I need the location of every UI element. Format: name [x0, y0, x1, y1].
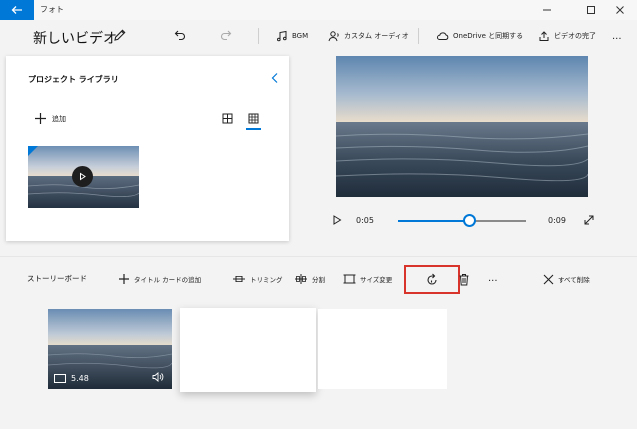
split-icon [295, 274, 307, 284]
selected-view-indicator [246, 128, 261, 130]
clip-duration-value: 5.48 [71, 374, 89, 383]
bgm-button[interactable]: BGM [276, 27, 308, 45]
close-button[interactable] [603, 0, 637, 20]
fullscreen-button[interactable] [583, 214, 595, 226]
clip-volume-button[interactable] [152, 372, 164, 382]
redo-button[interactable] [219, 28, 233, 42]
custom-audio-button[interactable]: カスタム オーディオ [328, 27, 409, 45]
seek-slider[interactable] [398, 214, 526, 227]
storyboard-empty-slot[interactable] [318, 309, 447, 389]
onedrive-label: OneDrive と同期する [453, 32, 524, 40]
add-title-card-button[interactable]: タイトル カードの追加 [118, 270, 201, 288]
project-library-panel: プロジェクト ライブラリ 追加 [6, 56, 289, 241]
storyboard-empty-slot[interactable] [180, 308, 316, 392]
expand-icon [584, 215, 594, 225]
undo-button[interactable] [173, 28, 187, 42]
more-icon: ... [612, 30, 622, 42]
app-title: フォト [40, 5, 64, 14]
cloud-sync-icon [437, 32, 449, 40]
collapse-library-button[interactable] [270, 72, 280, 84]
seek-thumb[interactable] [463, 214, 477, 227]
resize-icon [343, 274, 356, 284]
thumbnail-play-button[interactable] [72, 166, 93, 187]
library-video-thumbnail[interactable] [28, 146, 139, 208]
grid-small-view-button[interactable] [222, 113, 233, 124]
storyboard-more-button[interactable]: ... [488, 269, 498, 287]
resize-button[interactable]: サイズ変更 [343, 270, 392, 288]
back-button[interactable] [0, 0, 34, 20]
play-button[interactable] [331, 214, 343, 226]
play-icon [333, 215, 342, 225]
pencil-icon [114, 29, 126, 41]
maximize-icon [587, 6, 595, 14]
minimize-icon [543, 9, 551, 11]
minimize-button[interactable] [530, 0, 564, 20]
redo-icon [221, 30, 232, 41]
split-button[interactable]: 分割 [294, 270, 325, 288]
trim-icon [233, 276, 245, 282]
plus-icon [35, 113, 46, 124]
add-media-button[interactable]: 追加 [34, 112, 66, 125]
clip-duration: 5.48 [54, 374, 89, 383]
seek-progress [398, 220, 470, 222]
person-audio-icon [328, 31, 339, 42]
onedrive-sync-button[interactable]: OneDrive と同期する [436, 27, 523, 45]
rotate-button[interactable] [404, 265, 460, 294]
sea-preview-image [336, 56, 588, 197]
close-icon [616, 6, 624, 14]
delete-button[interactable] [458, 273, 470, 286]
storyboard-title: ストーリーボード [27, 274, 87, 283]
trim-label: トリミング [250, 276, 283, 284]
resize-label: サイズ変更 [360, 276, 393, 284]
toolbar-separator [258, 28, 259, 44]
grid-large-icon [248, 113, 259, 124]
play-icon [80, 172, 86, 181]
edit-title-button[interactable] [113, 28, 127, 42]
clip-icon [54, 374, 66, 383]
trim-button[interactable]: トリミング [232, 270, 283, 288]
chevron-left-icon [271, 73, 278, 83]
plus-icon [119, 274, 129, 284]
speaker-icon [152, 372, 164, 382]
remove-all-button[interactable]: すべて削除 [543, 270, 590, 288]
add-label: 追加 [52, 114, 66, 123]
video-title[interactable]: 新しいビデオ [33, 28, 117, 48]
export-icon [539, 31, 549, 41]
export-label: ビデオの完了 [554, 32, 596, 40]
rotate-icon [427, 273, 437, 285]
storyboard-clip[interactable]: 5.48 [48, 309, 172, 389]
bgm-label: BGM [292, 32, 309, 40]
undo-icon [174, 30, 185, 41]
x-icon [543, 274, 554, 284]
more-options-button[interactable]: ... [612, 27, 622, 45]
add-title-card-label: タイトル カードの追加 [134, 276, 202, 284]
end-time: 0:09 [548, 216, 566, 225]
toolbar-separator [418, 28, 419, 44]
music-note-icon [277, 30, 287, 42]
library-title: プロジェクト ライブラリ [28, 75, 119, 84]
split-label: 分割 [312, 276, 325, 284]
video-preview[interactable] [336, 56, 588, 197]
remove-all-label: すべて削除 [558, 276, 590, 284]
custom-audio-label: カスタム オーディオ [344, 32, 409, 40]
export-video-button[interactable]: ビデオの完了 [538, 27, 596, 45]
back-arrow-icon [11, 6, 22, 14]
title-bar: フォト [0, 0, 637, 20]
grid-small-icon [222, 113, 233, 124]
trash-icon [459, 274, 469, 286]
storyboard-panel: ストーリーボード タイトル カードの追加 トリミング 分割 サイズ変更 ... … [0, 256, 637, 429]
grid-large-view-button[interactable] [246, 113, 261, 130]
more-icon: ... [488, 272, 498, 284]
current-time: 0:05 [356, 216, 374, 225]
